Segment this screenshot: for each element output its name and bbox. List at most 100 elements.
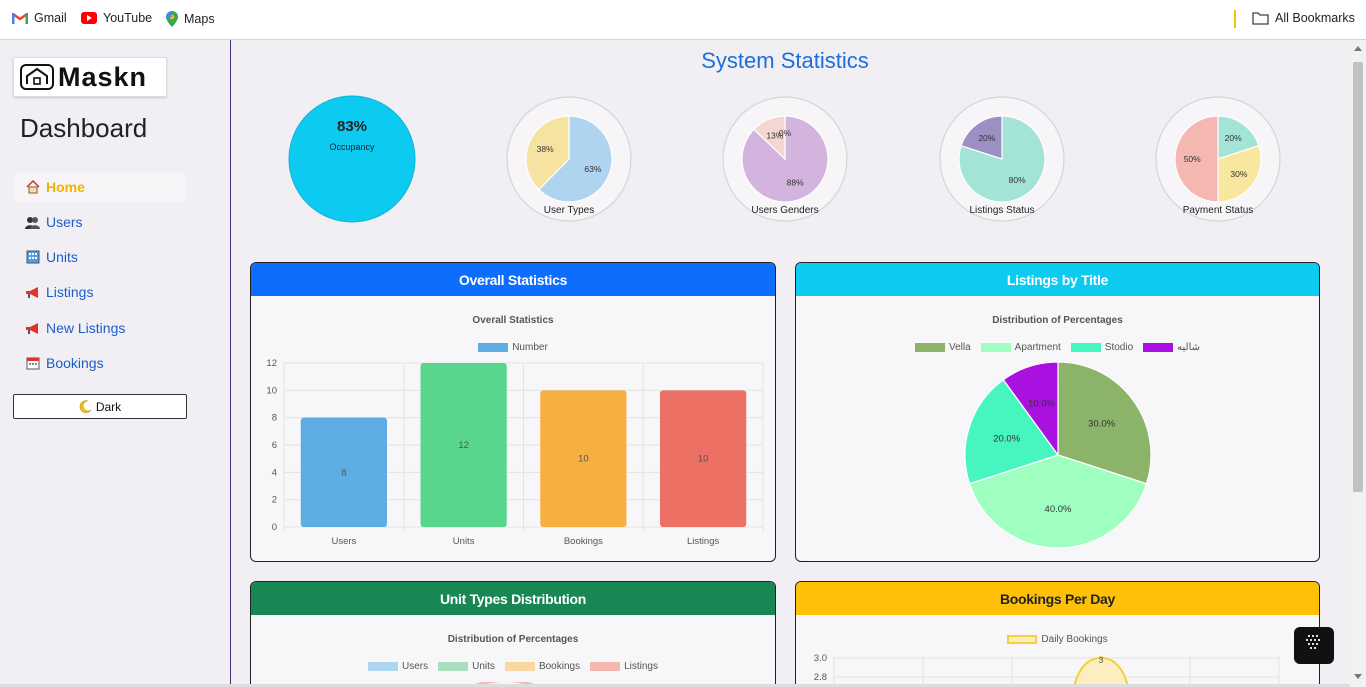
extension-button[interactable] (1294, 627, 1334, 664)
logo[interactable]: Maskn (13, 57, 167, 97)
chart-title: Overall Statistics (472, 315, 554, 326)
x-tick-label: Units (453, 536, 475, 547)
legend-swatch (368, 662, 399, 671)
page-title: System Statistics (701, 48, 869, 73)
calendar-icon (25, 356, 40, 371)
dark-mode-label: Dark (95, 399, 122, 414)
bookmark-label: Gmail (34, 11, 67, 25)
line-chart: 3.0 2.8 3 (814, 653, 1280, 687)
legend-label: Users (402, 661, 429, 672)
legend-item[interactable]: Listings (590, 661, 658, 672)
sidebar-item-listings[interactable]: Listings (14, 277, 186, 307)
chart-title: Distribution of Percentages (992, 315, 1123, 326)
y-tick-label: 8 (272, 413, 277, 424)
sidebar-item-label: Units (46, 249, 78, 265)
sidebar-item-bookings[interactable]: Bookings (14, 348, 186, 378)
legend-item[interactable]: Daily Bookings (1007, 634, 1108, 645)
scroll-down-icon[interactable] (1354, 674, 1362, 679)
moon-icon (79, 400, 92, 413)
mini-pie-label: Users Genders (751, 205, 819, 216)
legend-label: Daily Bookings (1041, 634, 1108, 645)
legend-item[interactable]: Bookings (504, 661, 580, 672)
bookings-per-day-card: Bookings Per Day Daily Bookings 3.0 2.8 3 (795, 581, 1320, 687)
card-header: Overall Statistics (251, 263, 775, 296)
dashboard-title: Dashboard (20, 113, 148, 143)
scroll-up-icon[interactable] (1354, 46, 1362, 51)
mini-pie-label: User Types (543, 205, 595, 216)
legend-item[interactable]: Units (438, 661, 495, 672)
bookmark-label: Maps (184, 12, 215, 26)
bookmarks-separator (1234, 10, 1236, 28)
mini-pie-payment-status: 20% 30% 50% Payment Status (1154, 95, 1282, 223)
sidebar-item-label: Home (46, 179, 85, 195)
sidebar-item-label: Bookings (46, 355, 104, 371)
mini-pie-label: Payment Status (1182, 205, 1254, 216)
sidebar-item-label: Listings (46, 284, 94, 300)
pie-slice-label: 40.0% (1045, 504, 1072, 515)
main-content: System Statistics 83% Occupancy 63% 38% Us… (232, 40, 1350, 687)
bookmark-youtube[interactable]: YouTube (81, 11, 152, 25)
y-tick-label: 3.0 (814, 653, 827, 664)
bookmark-gmail[interactable]: Gmail (12, 11, 67, 25)
card-header: Listings by Title (796, 263, 1319, 296)
dark-mode-button[interactable]: Dark (13, 394, 187, 419)
legend-label: Units (472, 661, 495, 672)
all-bookmarks-label: All Bookmarks (1275, 11, 1355, 25)
legend-item[interactable]: Users (368, 661, 428, 672)
chart-legend[interactable]: Users Units Bookings Listings (251, 661, 775, 672)
legend-swatch (590, 662, 621, 671)
gmail-icon (12, 12, 28, 24)
building-icon (25, 250, 40, 265)
youtube-icon (81, 12, 97, 24)
x-tick-label: Bookings (564, 536, 603, 547)
card-header: Bookings Per Day (796, 582, 1319, 615)
megaphone-icon (25, 285, 40, 300)
legend-swatch (504, 662, 535, 671)
point-label: 3 (1099, 655, 1104, 665)
sidebar-item-label: Users (46, 214, 83, 230)
y-tick-label: 12 (266, 358, 277, 369)
folder-icon (1252, 12, 1269, 25)
x-tick-label: Users (331, 536, 356, 547)
x-tick-label: Listings (687, 536, 719, 547)
bar-value-label: 12 (458, 440, 469, 451)
occupancy-value: 83% (336, 118, 368, 135)
sidebar-item-users[interactable]: Users (14, 207, 186, 237)
vertical-scrollbar[interactable] (1350, 40, 1366, 687)
pie-slice-label: 63% (584, 164, 601, 174)
mini-pie-user-types: 63% 38% User Types (505, 95, 633, 223)
pie-slice-label: 88% (787, 178, 804, 188)
listings-by-title-card: Listings by Title Distribution of Percen… (795, 262, 1320, 562)
megaphone-icon (25, 321, 40, 336)
occupancy-label: Occupancy (329, 142, 375, 152)
sidebar-item-new-listings[interactable]: New Listings (14, 313, 186, 343)
users-icon (25, 215, 40, 230)
maps-icon (166, 11, 178, 27)
y-tick-label: 6 (272, 440, 277, 451)
bar-chart: 0 2 4 6 8 10 12 8 Users 12 Units 10 Bookings 10 Listin… (266, 358, 764, 547)
card-header: Unit Types Distribution (251, 582, 775, 615)
y-tick-label: 10 (266, 385, 277, 396)
occupancy-circle: 83% Occupancy (288, 95, 416, 223)
legend-swatch (438, 662, 469, 671)
pie-slice-label: 30.0% (1088, 418, 1115, 429)
all-bookmarks-button[interactable]: All Bookmarks (1252, 11, 1355, 25)
bookmarks-bar: Gmail YouTube Maps All Bookmarks (0, 0, 1366, 40)
logo-text: Maskn (58, 61, 148, 92)
sidebar-item-units[interactable]: Units (14, 242, 186, 272)
chart-legend[interactable]: Daily Bookings (796, 634, 1319, 645)
pie-slice-label: 30% (1230, 169, 1247, 179)
mini-pie-listings-status: 80% 20% Listings Status (938, 95, 1066, 223)
sidebar-item-home[interactable]: Home (14, 172, 186, 202)
blackbox-icon (1306, 635, 1320, 649)
pie-slice-label: 0% (779, 128, 792, 138)
unit-types-card: Unit Types Distribution Distribution of … (250, 581, 776, 687)
bookmark-maps[interactable]: Maps (166, 11, 215, 27)
scrollbar-thumb[interactable] (1353, 62, 1363, 492)
sidebar: Maskn Dashboard Home Users Units Listing… (0, 40, 231, 687)
legend-swatch (1007, 635, 1038, 644)
pie-slice-label: 20% (1225, 133, 1242, 143)
y-tick-label: 4 (272, 467, 277, 478)
pie-slice-label: 50% (1184, 154, 1201, 164)
pie-chart: 30.0% 40.0% 20.0% 10.0% (964, 361, 1152, 549)
